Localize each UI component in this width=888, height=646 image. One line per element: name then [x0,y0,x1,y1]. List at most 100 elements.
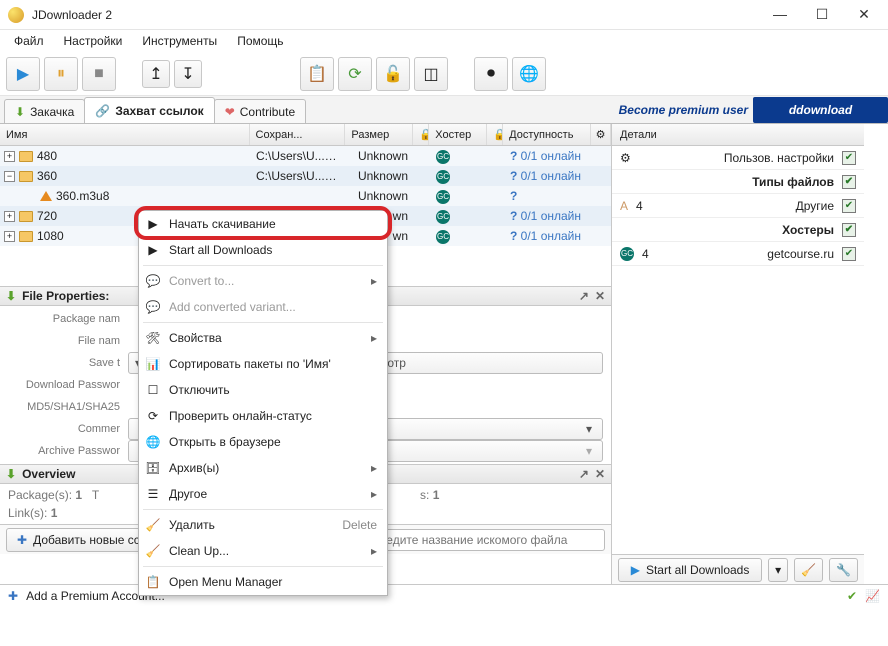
hoster-gc-count: 4 [642,247,649,261]
row-hoster: GC [430,148,488,164]
cm-cleanup[interactable]: 🧹Clean Up...▸ [139,538,387,564]
expand-icon[interactable]: + [4,211,15,222]
hoster-icon: GC [620,247,634,261]
expand-icon[interactable]: + [4,231,15,242]
start-all-dropdown[interactable]: ▾ [768,558,788,582]
file-properties-title: File Properties: [22,289,109,303]
arrow-down-button[interactable]: ↧ [174,60,202,88]
panel-close-icon[interactable]: ✕ [595,289,605,303]
promo-brand: ddownload [753,97,888,123]
list-icon: 📋 [145,575,161,589]
package-icon [19,171,33,182]
col-name[interactable]: Имя [0,124,250,145]
hosters-section: Хостеры ✔ [612,218,864,242]
tab-contribute[interactable]: ❤Contribute [214,99,306,123]
cm-start-download[interactable]: ▶Начать скачивание [139,211,387,237]
stop-button[interactable]: ■ [82,57,116,91]
overview-close-icon[interactable]: ✕ [595,467,605,481]
cm-add-variant[interactable]: 💬Add converted variant... [139,294,387,320]
col-hoster[interactable]: Хостер [429,124,487,145]
col-save[interactable]: Сохран... [250,124,346,145]
delete-icon: 🧹 [145,518,161,532]
label-package-name: Package nam [0,313,128,325]
row-avail: ? 0/1 онлайн [504,229,592,243]
close-button[interactable]: ✕ [852,6,876,23]
table-row[interactable]: +480C:\Users\U... [1]UnknownGC? 0/1 онла… [0,146,611,166]
cleanup-button[interactable]: 🧹 [794,558,823,582]
tab-download[interactable]: ⬇Закачка [4,99,85,123]
overview-title: Overview [22,467,75,481]
lock-button[interactable]: 🔓 [376,57,410,91]
maximize-button[interactable]: ☐ [810,6,834,23]
user-settings-checkbox[interactable]: ✔ [842,151,856,165]
table-row[interactable]: 360.m3u8 UnknownGC? [0,186,611,206]
col-size[interactable]: Размер [345,124,413,145]
settings-button[interactable]: 🔧 [829,558,858,582]
menu-help[interactable]: Помощь [229,32,291,50]
wrench-icon: 🛠 [145,331,161,345]
search-input[interactable] [365,529,605,551]
status-graph-icon[interactable]: 📈 [865,589,880,603]
col-avail[interactable]: Доступность [503,124,591,145]
panel-detach-icon[interactable]: ↗ [579,289,589,303]
row-name: 480 [37,149,57,163]
toolbar: ▶ ⏸ ■ ↥ ↧ 📋 ⟳ 🔓 ◫ ⏺ 🌐 [0,52,888,96]
tab-linkgrabber[interactable]: 🔗Захват ссылок [84,97,214,123]
cm-archive[interactable]: 🗄Архив(ы)▸ [139,455,387,481]
label-archive-password: Archive Passwor [0,445,128,457]
promo-banner[interactable]: Become premium user ddownload [619,97,888,123]
user-settings-row[interactable]: ⚙ Пользов. настройки ✔ [612,146,864,170]
menu-settings[interactable]: Настройки [56,32,131,50]
table-row[interactable]: −360C:\Users\U... [1]UnknownGC? 0/1 онла… [0,166,611,186]
refresh-button[interactable]: ⟳ [338,57,372,91]
filter-other-checkbox[interactable]: ✔ [842,199,856,213]
globe-button[interactable]: 🌐 [512,57,546,91]
row-size: Unknown [346,149,414,163]
row-size: Unknown [346,189,414,203]
tab-bar: ⬇Закачка 🔗Захват ссылок ❤Contribute Beco… [0,96,888,124]
play-icon: ▶ [145,217,161,231]
filter-other-count: 4 [636,199,643,213]
filter-other-row[interactable]: A 4 Другие ✔ [612,194,864,218]
arrow-up-button[interactable]: ↥ [142,60,170,88]
sort-icon: 📊 [145,357,161,371]
cm-other[interactable]: ☰Другое▸ [139,481,387,507]
start-all-button[interactable]: ▶Start all Downloads [618,558,762,582]
cm-start-all[interactable]: ▶Start all Downloads [139,237,387,263]
record-button[interactable]: ⏺ [474,57,508,91]
cm-convert[interactable]: 💬Convert to...▸ [139,268,387,294]
filetype-icon: A [620,199,628,213]
row-avail: ? [504,189,592,203]
row-avail: ? 0/1 онлайн [504,209,592,223]
row-hoster: GC [430,208,488,224]
split-button[interactable]: ◫ [414,57,448,91]
cm-delete[interactable]: 🧹УдалитьDelete [139,512,387,538]
hoster-gc-checkbox[interactable]: ✔ [842,247,856,261]
package-icon [19,151,33,162]
clipboard-button[interactable]: 📋 [300,57,334,91]
cm-menu-manager[interactable]: 📋Open Menu Manager [139,569,387,595]
status-ok-icon: ✔ [847,589,857,603]
expand-icon[interactable]: − [4,171,15,182]
tab-contribute-label: Contribute [240,105,295,119]
convert-icon: 💬 [145,274,161,288]
cm-check-status[interactable]: ⟳Проверить онлайн-статус [139,403,387,429]
pause-button[interactable]: ⏸ [44,57,78,91]
cm-open-browser[interactable]: 🌐Открыть в браузере [139,429,387,455]
minimize-button[interactable]: — [768,6,792,23]
col-gear-icon[interactable]: ⚙ [591,124,611,145]
hosters-checkbox[interactable]: ✔ [842,223,856,237]
gear-icon: ⚙ [620,151,631,165]
menu-tools[interactable]: Инструменты [134,32,225,50]
hoster-gc-row[interactable]: GC 4 getcourse.ru ✔ [612,242,864,266]
menu-file[interactable]: Файл [6,32,52,50]
cm-properties[interactable]: 🛠Свойства▸ [139,325,387,351]
expand-icon[interactable]: + [4,151,15,162]
cm-disable[interactable]: ☐Отключить [139,377,387,403]
cm-sort[interactable]: 📊Сортировать пакеты по 'Имя' [139,351,387,377]
row-name: 1080 [37,229,64,243]
file-types-checkbox[interactable]: ✔ [842,175,856,189]
overview-detach-icon[interactable]: ↗ [579,467,589,481]
hoster-gc-label: getcourse.ru [657,247,834,261]
play-button[interactable]: ▶ [6,57,40,91]
